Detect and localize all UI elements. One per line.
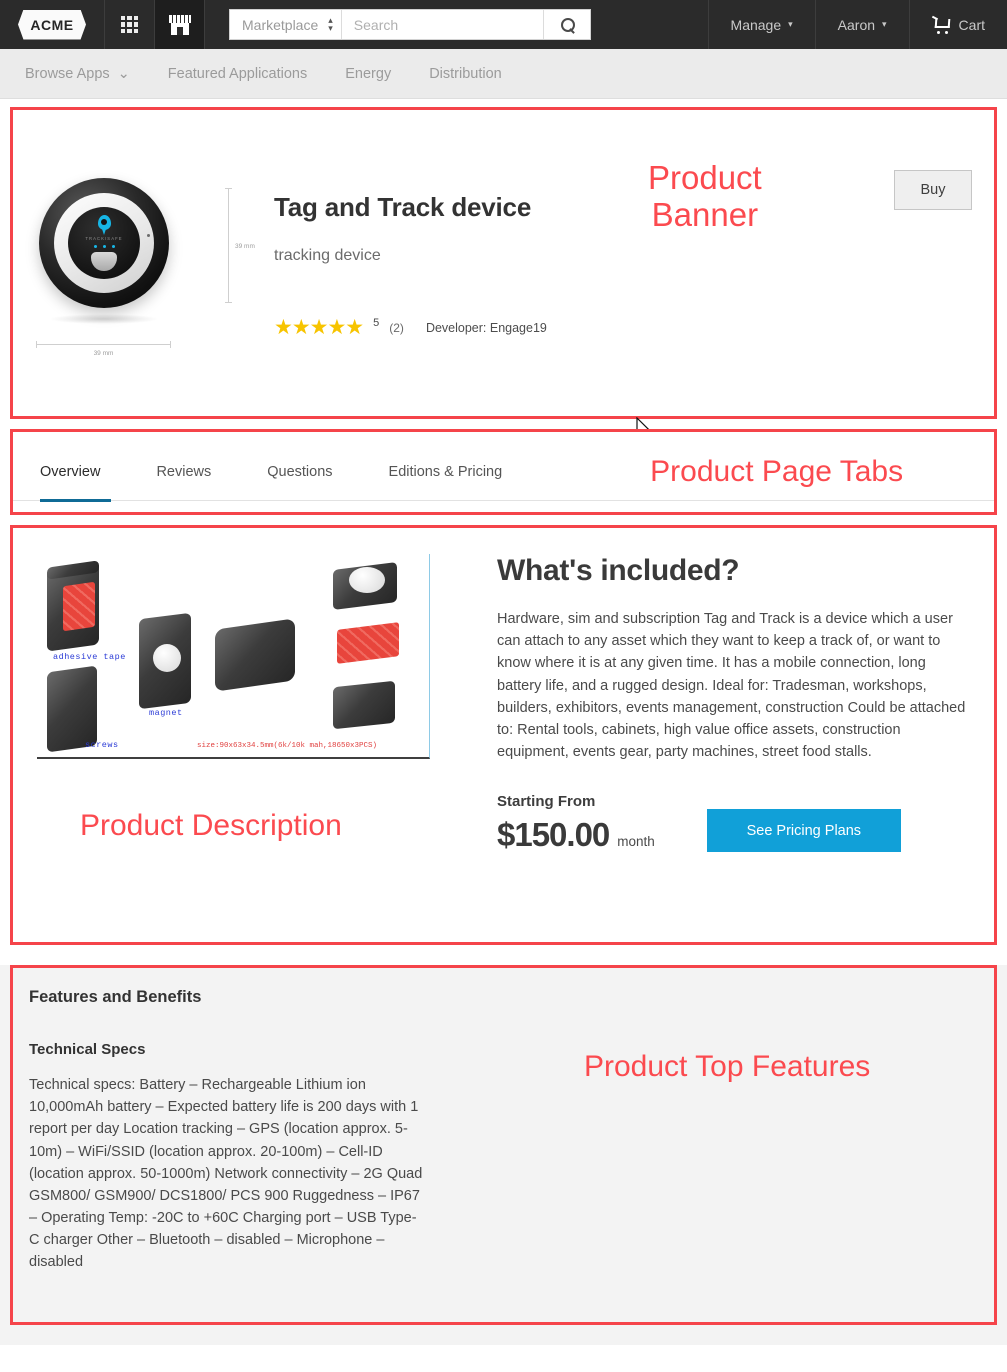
description-right-column: What's included? Hardware, sim and subsc… — [483, 554, 994, 942]
subnav-item-distribution[interactable]: Distribution — [429, 66, 502, 82]
page-title: Tag and Track device — [274, 192, 532, 222]
shopping-cart-icon — [931, 15, 952, 34]
product-top-features-section: Features and Benefits Technical Specs Te… — [10, 965, 997, 1325]
height-dimension-line — [225, 188, 232, 303]
product-rating: ★★★★★ 5 (2) Developer: Engage19 — [274, 317, 586, 338]
annotation-product-page-tabs: Product Page Tabs — [650, 455, 904, 489]
product-subtitle: tracking device — [274, 247, 381, 264]
header-right-menu: Manage ▾ Aaron ▾ Cart — [707, 0, 1007, 49]
storefront-icon — [168, 14, 191, 35]
chevron-down-icon: ▾ — [882, 19, 887, 29]
whats-included-heading: What's included? — [497, 554, 740, 587]
technical-specs-body: Technical specs: Battery – Rechargeable … — [29, 1077, 423, 1271]
tab-list: Overview Reviews Questions Editions & Pr… — [13, 464, 558, 480]
price-value: $150.00 — [497, 816, 610, 854]
product-page-tabs: Overview Reviews Questions Editions & Pr… — [10, 429, 997, 515]
width-dimension-line — [36, 341, 171, 348]
rating-count: (2) — [389, 320, 404, 335]
features-section-background: Features and Benefits Technical Specs Te… — [0, 965, 1007, 1345]
tab-reviews[interactable]: Reviews — [156, 464, 239, 480]
subnav-label: Featured Applications — [167, 65, 308, 82]
accessory-label-screws: screws — [85, 740, 119, 750]
rating-value: 5 — [373, 317, 380, 329]
search-box[interactable]: Marketplace ▴ ▾ Search — [229, 9, 591, 40]
search-input[interactable]: Search — [342, 10, 544, 39]
tab-editions-pricing[interactable]: Editions & Pricing — [389, 464, 531, 480]
tracking-device-image: TRACKISAFE — [39, 178, 169, 324]
product-hero-image: TRACKISAFE 39 mm — [13, 140, 218, 357]
accessory-label-adhesive-tape: adhesive tape — [53, 652, 126, 662]
subnav-label: Browse Apps — [25, 65, 110, 82]
acme-logo-link[interactable]: ACME — [0, 0, 105, 49]
chevron-down-icon: ▾ — [788, 19, 793, 29]
category-navbar: Browse Apps ⌄ Featured Applications Ener… — [0, 49, 1007, 99]
acme-logo: ACME — [18, 9, 86, 40]
price-period: month — [617, 834, 655, 850]
accessory-size-label: size:90x63x34.5mm(6k/10k mah,18650x3PCS) — [197, 742, 378, 750]
search-icon — [560, 18, 575, 32]
accessory-label-magnet: magnet — [149, 708, 183, 718]
marketplace-store-button[interactable] — [155, 0, 205, 49]
starting-from-label: Starting From — [497, 793, 596, 811]
search-scope-label: Marketplace — [242, 16, 319, 33]
location-pin-icon — [97, 215, 111, 235]
subnav-item-browse-apps[interactable]: Browse Apps ⌄ — [25, 66, 130, 82]
grid-apps-icon — [121, 16, 138, 33]
annotation-product-top-features: Product Top Features — [584, 1050, 871, 1083]
manage-menu[interactable]: Manage ▾ — [707, 0, 815, 49]
product-description-section: adhesive tape screws magnet size:90x63x3… — [10, 525, 997, 945]
tab-questions[interactable]: Questions — [267, 464, 360, 480]
tab-overview[interactable]: Overview — [40, 464, 128, 480]
annotation-product-description: Product Description — [80, 809, 342, 842]
description-left-column: adhesive tape screws magnet size:90x63x3… — [13, 554, 483, 942]
star-rating-icon: ★★★★★ — [274, 316, 364, 339]
search-area: Marketplace ▴ ▾ Search — [229, 0, 591, 49]
product-accessories-image: adhesive tape screws magnet size:90x63x3… — [37, 554, 430, 759]
height-dimension-label: 39 mm — [235, 243, 255, 250]
annotation-product-banner: Product Banner — [648, 159, 762, 233]
whats-included-body: Hardware, sim and subscription Tag and T… — [497, 611, 966, 761]
tabs-divider — [13, 500, 994, 501]
apps-grid-button[interactable] — [105, 0, 155, 49]
see-pricing-plans-button[interactable]: See Pricing Plans — [706, 809, 901, 853]
device-brand-label: TRACKISAFE — [85, 236, 123, 241]
cart-button[interactable]: Cart — [908, 0, 1007, 49]
buy-button[interactable]: Buy — [894, 170, 972, 210]
account-menu[interactable]: Aaron ▾ — [814, 0, 909, 49]
search-submit-button[interactable] — [544, 10, 590, 39]
technical-specs-heading: Technical Specs — [29, 1041, 146, 1058]
features-left-column: Features and Benefits Technical Specs Te… — [29, 988, 429, 1322]
subnav-item-energy[interactable]: Energy — [345, 66, 391, 82]
pricing-block: Starting From $150.00 month See Pricing … — [497, 793, 968, 854]
manage-menu-label: Manage — [730, 16, 782, 33]
developer-label: Developer: Engage19 — [425, 320, 547, 335]
search-scope-select[interactable]: Marketplace ▴ ▾ — [230, 10, 342, 39]
product-banner: TRACKISAFE 39 mm 39 mm Tag and Track dev… — [10, 107, 997, 442]
global-header: ACME Marketplace ▴ ▾ Search Manage ▾ Aar… — [0, 0, 1007, 49]
subnav-label: Energy — [345, 65, 392, 82]
chevron-down-icon: ⌄ — [117, 65, 130, 82]
account-menu-label: Aaron — [837, 16, 876, 33]
product-info: Tag and Track device tracking device ★★★… — [256, 140, 586, 338]
subnav-item-featured-applications[interactable]: Featured Applications — [168, 66, 307, 82]
subnav-label: Distribution — [429, 65, 502, 82]
buy-area: Buy — [894, 140, 994, 210]
chevron-updown-icon: ▴ ▾ — [328, 15, 333, 33]
height-dimension-group: 39 mm — [218, 140, 256, 303]
width-dimension-label: 39 mm — [93, 350, 114, 357]
active-tab-indicator — [40, 499, 111, 502]
cart-label: Cart — [958, 16, 985, 33]
features-heading: Features and Benefits — [29, 988, 202, 1006]
